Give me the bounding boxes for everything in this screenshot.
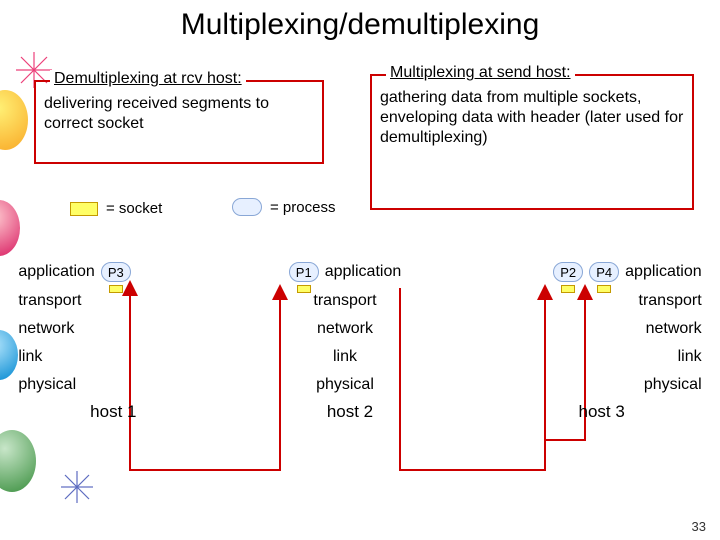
layer-label-network: network (317, 320, 373, 338)
layer-label-physical: physical (492, 376, 702, 394)
socket-icon (297, 285, 311, 293)
process-p2: P2 (553, 262, 583, 282)
socket-icon (597, 285, 611, 293)
process-swatch-icon (232, 198, 262, 216)
balloon-decoration (0, 200, 20, 256)
layer-label-transport: transport (18, 292, 198, 310)
layer-label-application: application (325, 263, 402, 281)
demux-box: Demultiplexing at rcv host: delivering r… (34, 80, 324, 164)
process-p1: P1 (289, 262, 319, 282)
host1-app-layer: application P3 (18, 262, 198, 282)
host-2: P1 application transport network link ph… (235, 262, 455, 422)
host2-label: host 2 (235, 402, 455, 422)
legend-socket-label: = socket (106, 200, 162, 217)
balloon-decoration (0, 430, 36, 492)
process-p3-label: P3 (108, 265, 124, 280)
mux-legend: Multiplexing at send host: (386, 64, 575, 82)
layer-label-link: link (333, 348, 357, 366)
process-p4: P4 (589, 262, 619, 282)
demux-body: delivering received segments to correct … (44, 94, 314, 134)
layer-label-physical: physical (18, 376, 198, 394)
slide-number: 33 (692, 519, 706, 534)
layer-label-physical: physical (316, 376, 374, 394)
hosts-row: application P3 transport network link ph… (0, 262, 720, 422)
host3-app-layer: P2 P4 application (492, 262, 702, 282)
layer-label-application: application (625, 263, 702, 281)
legend-process-label: = process (270, 199, 335, 216)
layer-label-transport: transport (492, 292, 702, 310)
layer-label-network: network (492, 320, 702, 338)
balloon-decoration (0, 90, 28, 150)
demux-legend: Demultiplexing at rcv host: (50, 70, 246, 88)
socket-icon (109, 285, 123, 293)
firework-decoration (60, 470, 94, 509)
layer-label-link: link (18, 348, 198, 366)
mux-body: gathering data from multiple sockets, en… (380, 88, 684, 148)
page-title: Multiplexing/demultiplexing (0, 8, 720, 42)
process-p2-label: P2 (560, 265, 576, 280)
process-p3: P3 (101, 262, 131, 282)
socket-icon (561, 285, 575, 293)
host-3: P2 P4 application transport network link… (492, 262, 702, 422)
host-1: application P3 transport network link ph… (18, 262, 198, 422)
legend-process: = process (232, 198, 335, 216)
legend-socket: = socket (70, 200, 162, 217)
host1-label: host 1 (18, 402, 198, 422)
layer-label-application: application (18, 263, 95, 281)
layer-label-transport: transport (313, 292, 376, 310)
process-p1-label: P1 (296, 265, 312, 280)
host2-app-layer: P1 application (289, 262, 402, 282)
process-p4-label: P4 (596, 265, 612, 280)
layer-label-link: link (492, 348, 702, 366)
layer-label-network: network (18, 320, 198, 338)
socket-swatch-icon (70, 202, 98, 216)
host3-label: host 3 (492, 402, 702, 422)
mux-box: Multiplexing at send host: gathering dat… (370, 74, 694, 210)
